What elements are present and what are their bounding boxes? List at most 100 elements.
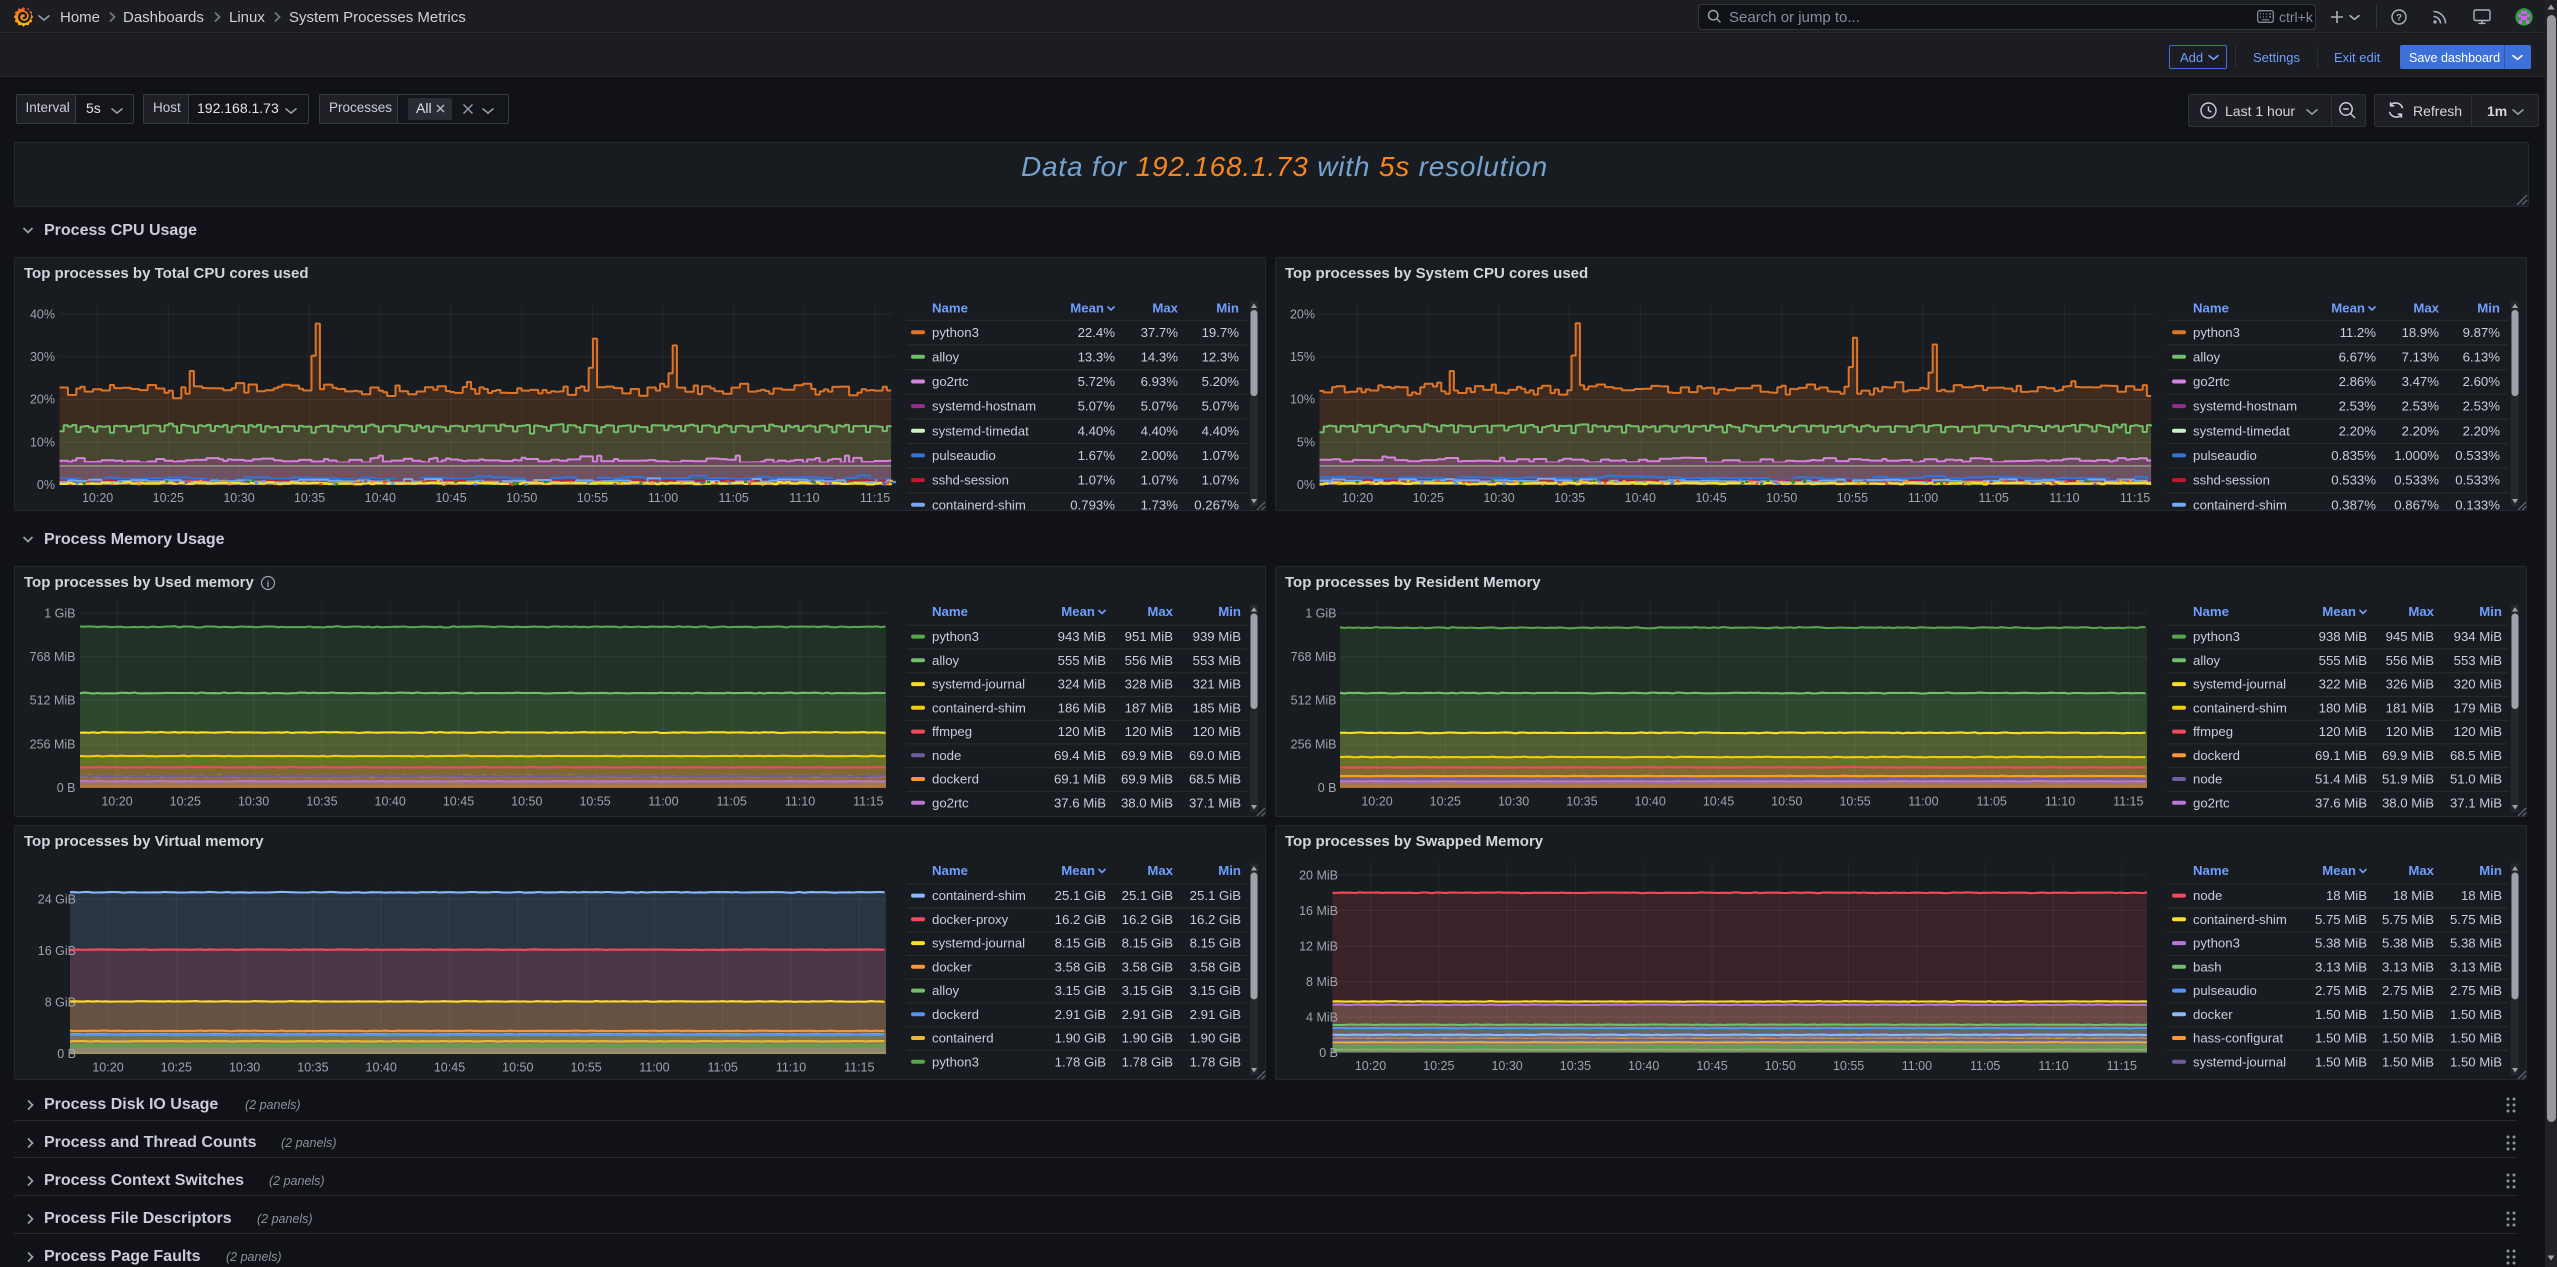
svg-text:1.000%: 1.000% (2394, 448, 2439, 463)
svg-text:sshd-session: sshd-session (2193, 473, 2270, 488)
svg-text:16.2 GiB: 16.2 GiB (1122, 912, 1174, 927)
svg-text:18.9%: 18.9% (2402, 325, 2440, 340)
svg-text:10:40: 10:40 (1628, 1059, 1659, 1073)
svg-text:11:10: 11:10 (2049, 491, 2079, 505)
svg-text:containerd-shim: containerd-shim (2193, 497, 2287, 512)
svg-text:Top processes by Total CPU cor: Top processes by Total CPU cores used (24, 265, 309, 282)
svg-text:0 B: 0 B (1319, 1046, 1338, 1060)
svg-text:0.387%: 0.387% (2331, 497, 2376, 512)
svg-text:10:20: 10:20 (1361, 794, 1392, 808)
svg-text:16 MiB: 16 MiB (1299, 904, 1338, 918)
svg-text:5.07%: 5.07% (1078, 399, 1116, 414)
svg-text:10:30: 10:30 (1483, 491, 1514, 505)
svg-text:Max: Max (1147, 863, 1173, 878)
svg-text:1.50 MiB: 1.50 MiB (2450, 1007, 2502, 1022)
svg-text:11:00: 11:00 (648, 794, 678, 808)
svg-text:10:40: 10:40 (1625, 491, 1656, 505)
svg-text:5.38 MiB: 5.38 MiB (2450, 936, 2502, 951)
svg-text:0%: 0% (1297, 478, 1315, 492)
svg-text:Mean: Mean (1061, 604, 1095, 619)
svg-text:containerd-shim: containerd-shim (932, 497, 1026, 512)
svg-text:8.15 GiB: 8.15 GiB (1055, 936, 1107, 951)
svg-text:0 B: 0 B (1318, 781, 1337, 795)
svg-text:10:45: 10:45 (1703, 794, 1734, 808)
svg-text:2.20%: 2.20% (2463, 423, 2501, 438)
svg-text:1.67%: 1.67% (1078, 448, 1116, 463)
svg-text:11:15: 11:15 (860, 491, 890, 505)
svg-text:Max: Max (2408, 604, 2434, 619)
svg-text:10:50: 10:50 (502, 1060, 533, 1074)
svg-text:2.91 GiB: 2.91 GiB (1190, 1007, 1242, 1022)
svg-text:10:25: 10:25 (1423, 1059, 1454, 1073)
svg-text:pulseaudio: pulseaudio (2193, 983, 2257, 998)
svg-text:556 MiB: 556 MiB (1125, 653, 1174, 668)
svg-text:69.9 MiB: 69.9 MiB (1121, 772, 1173, 787)
svg-text:10:30: 10:30 (1498, 794, 1529, 808)
svg-text:120 MiB: 120 MiB (1125, 724, 1174, 739)
svg-text:6.93%: 6.93% (1141, 374, 1179, 389)
svg-text:1.50 MiB: 1.50 MiB (2450, 1031, 2502, 1046)
svg-text:10:55: 10:55 (579, 794, 610, 808)
svg-text:256 MiB: 256 MiB (30, 737, 76, 751)
svg-text:25.1 GiB: 25.1 GiB (1122, 888, 1174, 903)
svg-text:1.50 MiB: 1.50 MiB (2315, 1054, 2367, 1069)
svg-text:1.90 GiB: 1.90 GiB (1122, 1031, 1174, 1046)
svg-text:dockerd: dockerd (932, 1007, 979, 1022)
svg-text:553 MiB: 553 MiB (2454, 653, 2503, 668)
svg-text:13.3%: 13.3% (1078, 349, 1116, 364)
svg-text:Top processes by Used memory: Top processes by Used memory (24, 574, 254, 591)
svg-text:Max: Max (1152, 301, 1178, 316)
svg-text:11:00: 11:00 (1908, 491, 1938, 505)
svg-text:512 MiB: 512 MiB (30, 694, 76, 708)
svg-text:120 MiB: 120 MiB (2386, 724, 2435, 739)
svg-text:Mean: Mean (2322, 604, 2356, 619)
svg-text:10:40: 10:40 (365, 491, 396, 505)
svg-text:10:20: 10:20 (82, 491, 113, 505)
svg-text:10:55: 10:55 (577, 491, 608, 505)
svg-text:20 MiB: 20 MiB (1299, 868, 1338, 882)
svg-text:69.0 MiB: 69.0 MiB (1189, 748, 1241, 763)
svg-text:37.7%: 37.7% (1141, 325, 1179, 340)
svg-text:0.867%: 0.867% (2394, 497, 2439, 512)
svg-text:1.50 MiB: 1.50 MiB (2315, 1007, 2367, 1022)
svg-text:11:15: 11:15 (2113, 794, 2143, 808)
svg-text:37.6 MiB: 37.6 MiB (2315, 795, 2367, 810)
svg-text:553 MiB: 553 MiB (1193, 653, 1242, 668)
svg-text:768 MiB: 768 MiB (1291, 650, 1337, 664)
svg-text:python3: python3 (932, 629, 979, 644)
svg-text:25.1 GiB: 25.1 GiB (1190, 888, 1242, 903)
svg-text:10:20: 10:20 (92, 1060, 123, 1074)
svg-text:Top processes by Resident Memo: Top processes by Resident Memory (1285, 574, 1541, 591)
svg-text:docker: docker (932, 959, 972, 974)
svg-text:Top processes by Virtual memor: Top processes by Virtual memory (24, 833, 264, 850)
svg-text:0.533%: 0.533% (2455, 473, 2500, 488)
svg-text:120 MiB: 120 MiB (2319, 724, 2368, 739)
svg-text:11:05: 11:05 (1977, 794, 2007, 808)
svg-text:1.07%: 1.07% (1078, 473, 1116, 488)
svg-text:Min: Min (1218, 604, 1241, 619)
svg-text:3.13 MiB: 3.13 MiB (2450, 959, 2502, 974)
svg-text:37.1 MiB: 37.1 MiB (1189, 795, 1241, 810)
svg-text:10:30: 10:30 (1491, 1059, 1522, 1073)
svg-text:8.15 GiB: 8.15 GiB (1122, 936, 1174, 951)
svg-text:2.75 MiB: 2.75 MiB (2315, 983, 2367, 998)
svg-text:Min: Min (1216, 301, 1239, 316)
svg-text:69.4 MiB: 69.4 MiB (1054, 748, 1106, 763)
svg-text:321 MiB: 321 MiB (1193, 677, 1242, 692)
svg-text:10:40: 10:40 (366, 1060, 397, 1074)
svg-text:11.2%: 11.2% (2340, 325, 2377, 340)
svg-text:11:05: 11:05 (1979, 491, 2009, 505)
svg-text:11:05: 11:05 (717, 794, 747, 808)
svg-text:0 B: 0 B (57, 1047, 76, 1061)
svg-text:Name: Name (932, 301, 968, 316)
svg-text:i: i (267, 579, 270, 589)
svg-text:systemd-journal: systemd-journal (2193, 1054, 2286, 1069)
svg-text:Name: Name (932, 604, 968, 619)
svg-text:0.793%: 0.793% (1070, 497, 1115, 512)
svg-text:326 MiB: 326 MiB (2386, 677, 2435, 692)
svg-text:3.13 MiB: 3.13 MiB (2315, 959, 2367, 974)
svg-text:systemd-timedat: systemd-timedat (2193, 423, 2290, 438)
svg-text:10:55: 10:55 (1839, 794, 1870, 808)
svg-text:5.75 MiB: 5.75 MiB (2450, 912, 2502, 927)
svg-text:systemd-journal: systemd-journal (932, 936, 1025, 951)
